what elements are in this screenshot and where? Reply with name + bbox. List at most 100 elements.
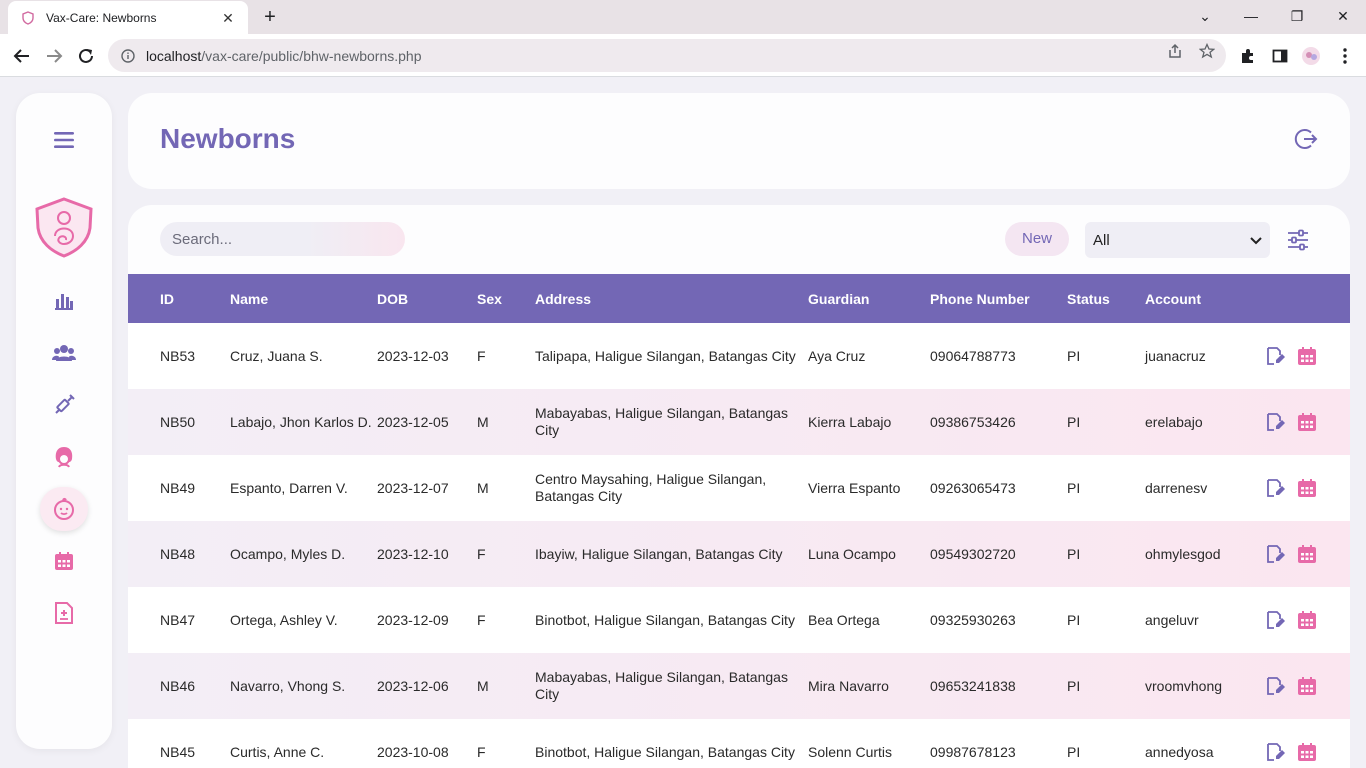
restore-icon[interactable]: ❐ xyxy=(1282,4,1312,28)
cell-id: NB46 xyxy=(160,677,196,694)
cell-dob: 2023-12-09 xyxy=(377,611,449,628)
back-arrow-icon[interactable] xyxy=(9,43,35,69)
column-header-account[interactable]: Account xyxy=(1145,274,1265,323)
browser-tab[interactable]: Vax-Care: Newborns ✕ xyxy=(8,1,248,34)
edit-record-icon[interactable] xyxy=(1265,544,1285,564)
forward-arrow-icon[interactable] xyxy=(41,43,67,69)
cell-sex: F xyxy=(477,611,486,628)
logout-icon[interactable] xyxy=(1294,127,1318,151)
share-icon[interactable] xyxy=(1166,42,1184,60)
cell-status: PI xyxy=(1067,347,1081,364)
sidebar-item-users[interactable] xyxy=(40,331,88,375)
address-bar[interactable]: localhost/vax-care/public/bhw-newborns.p… xyxy=(108,39,1226,72)
page-content: Newborns New All ID Name DOB Sex Add xyxy=(0,77,1366,768)
cell-actions xyxy=(1265,653,1350,719)
cell-dob: 2023-12-03 xyxy=(377,347,449,364)
cell-status: PI xyxy=(1067,743,1081,760)
column-header-address[interactable]: Address xyxy=(535,274,808,323)
extensions-puzzle-icon[interactable] xyxy=(1238,46,1258,66)
cell-account: darrenesv xyxy=(1145,479,1208,496)
bookmark-star-icon[interactable] xyxy=(1198,42,1216,60)
table-row: NB47 Ortega, Ashley V. 2023-12-09 F Binotbot… xyxy=(128,587,1350,653)
cell-actions xyxy=(1265,587,1350,653)
medical-report-icon xyxy=(55,602,73,624)
cell-guardian: Aya Cruz xyxy=(808,347,866,364)
status-filter-select[interactable]: All xyxy=(1085,222,1270,258)
sidebar-item-vaccines[interactable] xyxy=(40,383,88,427)
browser-menu-icon[interactable] xyxy=(1335,46,1355,66)
vaccination-schedule-icon[interactable] xyxy=(1297,478,1317,498)
bar-chart-icon xyxy=(55,294,73,310)
cell-id: NB53 xyxy=(160,347,196,364)
sidebar xyxy=(16,93,112,749)
vaccination-schedule-icon[interactable] xyxy=(1297,610,1317,630)
cell-actions xyxy=(1265,323,1350,389)
cell-guardian: Bea Ortega xyxy=(808,611,880,628)
header-card: Newborns xyxy=(128,93,1350,189)
sidebar-item-newborns[interactable] xyxy=(40,487,88,531)
table-row: NB49 Espanto, Darren V. 2023-12-07 M Centro … xyxy=(128,455,1350,521)
table-row: NB53 Cruz, Juana S. 2023-12-03 F Talipapa, H… xyxy=(128,323,1350,389)
edit-record-icon[interactable] xyxy=(1265,742,1285,762)
hamburger-menu-icon xyxy=(54,132,74,148)
tab-search-chevron-icon[interactable]: ⌄ xyxy=(1190,4,1220,28)
column-header-id[interactable]: ID xyxy=(128,274,230,323)
new-newborn-button[interactable]: New xyxy=(1005,222,1069,256)
column-header-sex[interactable]: Sex xyxy=(477,274,535,323)
column-header-dob[interactable]: DOB xyxy=(377,274,477,323)
cell-account: erelabajo xyxy=(1145,413,1203,430)
url-path: /vax-care/public/bhw-newborns.php xyxy=(201,47,422,64)
side-panel-icon[interactable] xyxy=(1270,46,1290,66)
column-header-status[interactable]: Status xyxy=(1067,274,1145,323)
cell-id: NB48 xyxy=(160,545,196,562)
vaccination-schedule-icon[interactable] xyxy=(1297,742,1317,762)
minimize-icon[interactable]: — xyxy=(1236,4,1266,28)
column-header-phone[interactable]: Phone Number xyxy=(930,274,1067,323)
mother-icon xyxy=(55,447,73,468)
new-tab-icon[interactable]: + xyxy=(258,6,282,30)
cell-account: angeluvr xyxy=(1145,611,1199,628)
cell-sex: M xyxy=(477,413,489,430)
reload-icon[interactable] xyxy=(73,43,99,69)
edit-record-icon[interactable] xyxy=(1265,478,1285,498)
cell-address: Mabayabas, Haligue Silangan, Batangas Ci… xyxy=(535,405,788,438)
filter-selected-value: All xyxy=(1093,231,1110,249)
close-window-icon[interactable]: ✕ xyxy=(1328,4,1358,28)
filter-sliders-icon[interactable] xyxy=(1286,228,1310,252)
cell-phone: 09064788773 xyxy=(930,347,1016,364)
cell-account: vroomvhong xyxy=(1145,677,1223,694)
cell-dob: 2023-12-06 xyxy=(377,677,449,694)
edit-record-icon[interactable] xyxy=(1265,676,1285,696)
edit-record-icon[interactable] xyxy=(1265,412,1285,432)
column-header-name[interactable]: Name xyxy=(230,274,377,323)
site-info-icon[interactable] xyxy=(120,48,136,64)
search-input[interactable] xyxy=(160,222,405,256)
cell-id: NB47 xyxy=(160,611,196,628)
cell-actions xyxy=(1265,521,1350,587)
cell-guardian: Vierra Espanto xyxy=(808,479,901,496)
tab-close-icon[interactable]: ✕ xyxy=(220,10,236,26)
sidebar-item-reports[interactable] xyxy=(40,591,88,635)
column-header-guardian[interactable]: Guardian xyxy=(808,274,930,323)
sidebar-item-schedule[interactable] xyxy=(40,539,88,583)
syringe-icon xyxy=(55,394,75,414)
sidebar-item-mothers[interactable] xyxy=(40,435,88,479)
cell-address: Talipapa, Haligue Silangan, Batangas Cit… xyxy=(535,347,796,364)
sidebar-item-dashboard[interactable] xyxy=(40,279,88,323)
vaccination-schedule-icon[interactable] xyxy=(1297,346,1317,366)
vaccination-schedule-icon[interactable] xyxy=(1297,676,1317,696)
menu-toggle-button[interactable] xyxy=(40,118,88,162)
favicon-shield-icon xyxy=(20,10,36,26)
vaccination-schedule-icon[interactable] xyxy=(1297,544,1317,564)
edit-record-icon[interactable] xyxy=(1265,610,1285,630)
cell-guardian: Mira Navarro xyxy=(808,677,889,694)
url-host: localhost xyxy=(146,47,202,64)
profile-avatar[interactable] xyxy=(1301,46,1321,66)
cell-account: annedyosa xyxy=(1145,743,1214,760)
vaccination-schedule-icon[interactable] xyxy=(1297,412,1317,432)
cell-guardian: Kierra Labajo xyxy=(808,413,892,430)
cell-status: PI xyxy=(1067,479,1081,496)
edit-record-icon[interactable] xyxy=(1265,346,1285,366)
cell-dob: 2023-10-08 xyxy=(377,743,449,760)
cell-address: Binotbot, Haligue Silangan, Batangas Cit… xyxy=(535,743,795,760)
